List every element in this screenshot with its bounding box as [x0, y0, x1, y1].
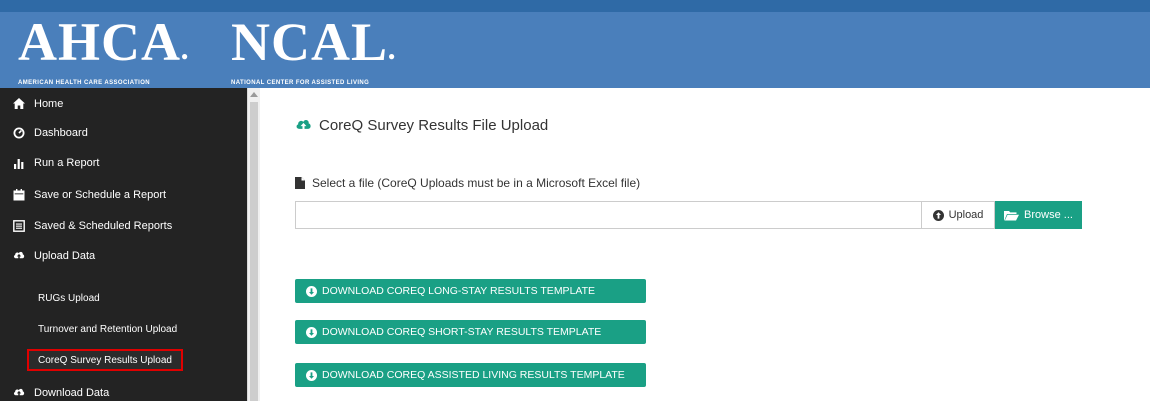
sidebar-item-label: Upload Data — [34, 249, 96, 262]
sidebar-subitem-label: CoreQ Survey Results Upload — [38, 354, 172, 366]
cloud-download-icon — [13, 387, 25, 399]
scrollbar-thumb[interactable] — [250, 102, 258, 401]
browse-button[interactable]: Browse ... — [995, 201, 1082, 229]
cloud-upload-icon — [13, 250, 25, 262]
sidebar-item-label: Saved & Scheduled Reports — [34, 219, 173, 232]
folder-open-icon — [1004, 210, 1020, 220]
sidebar-item-label: Download Data — [34, 386, 110, 399]
file-select-label-text: Select a file (CoreQ Uploads must be in … — [312, 176, 641, 190]
sidebar-subitem-label: Turnover and Retention Upload — [38, 323, 178, 335]
sidebar-subitem-rugs-upload[interactable]: RUGs Upload — [0, 286, 247, 310]
sidebar-item-upload-data[interactable]: Upload Data — [0, 240, 247, 271]
circle-arrow-up-icon — [932, 209, 944, 221]
scroll-up-arrow-icon[interactable] — [250, 92, 258, 97]
circle-arrow-down-icon — [306, 369, 317, 381]
sidebar: Home Dashboard Run a Report Save or Sche… — [0, 88, 247, 401]
file-icon — [295, 177, 305, 189]
ncal-logo[interactable]: NCAL● NATIONAL CENTER FOR ASSISTED LIVIN… — [231, 15, 397, 86]
sidebar-subitem-label: RUGs Upload — [38, 292, 100, 304]
browse-button-label: Browse ... — [1024, 209, 1073, 221]
upload-button-label: Upload — [948, 209, 984, 221]
file-select-label: Select a file (CoreQ Uploads must be in … — [295, 176, 640, 190]
download-button-label: DOWNLOAD COREQ ASSISTED LIVING RESULTS T… — [322, 369, 625, 381]
upload-button[interactable]: Upload — [921, 201, 995, 229]
registered-mark-icon: ● — [388, 49, 397, 63]
page-title: CoreQ Survey Results File Upload — [295, 114, 548, 136]
calendar-icon — [13, 188, 25, 201]
sidebar-scrollbar[interactable] — [247, 88, 260, 401]
ahca-logo[interactable]: AHCA● AMERICAN HEALTH CARE ASSOCIATION — [18, 15, 190, 86]
sidebar-item-run-report[interactable]: Run a Report — [0, 147, 247, 178]
sidebar-item-label: Save or Schedule a Report — [34, 188, 167, 201]
sidebar-subitem-turnover-upload[interactable]: Turnover and Retention Upload — [0, 317, 247, 341]
ncal-logo-subtitle: NATIONAL CENTER FOR ASSISTED LIVING — [231, 80, 370, 86]
sidebar-item-download-data[interactable]: Download Data — [0, 377, 247, 401]
bar-chart-icon — [13, 157, 25, 169]
sidebar-item-label: Dashboard — [34, 126, 88, 139]
sidebar-item-label: Home — [34, 97, 64, 110]
download-button-label: DOWNLOAD COREQ LONG-STAY RESULTS TEMPLAT… — [322, 285, 596, 297]
download-long-stay-template-button[interactable]: DOWNLOAD COREQ LONG-STAY RESULTS TEMPLAT… — [295, 279, 646, 303]
sidebar-item-home[interactable]: Home — [0, 88, 247, 119]
download-assisted-living-template-button[interactable]: DOWNLOAD COREQ ASSISTED LIVING RESULTS T… — [295, 363, 646, 387]
sidebar-item-dashboard[interactable]: Dashboard — [0, 117, 247, 148]
circle-arrow-down-icon — [306, 285, 317, 297]
download-button-label: DOWNLOAD COREQ SHORT-STAY RESULTS TEMPLA… — [322, 326, 602, 338]
sidebar-item-label: Run a Report — [34, 156, 100, 169]
list-icon — [13, 219, 25, 232]
sidebar-subitem-coreq-upload[interactable]: CoreQ Survey Results Upload — [27, 349, 183, 371]
top-bar — [0, 0, 1150, 12]
cloud-upload-icon — [296, 120, 311, 132]
home-icon — [13, 98, 25, 110]
gauge-icon — [13, 127, 25, 139]
page-title-text: CoreQ Survey Results File Upload — [319, 116, 549, 134]
sidebar-item-save-schedule[interactable]: Save or Schedule a Report — [0, 179, 247, 210]
download-short-stay-template-button[interactable]: DOWNLOAD COREQ SHORT-STAY RESULTS TEMPLA… — [295, 320, 646, 344]
sidebar-item-saved-scheduled[interactable]: Saved & Scheduled Reports — [0, 210, 247, 241]
registered-mark-icon: ● — [181, 49, 190, 63]
circle-arrow-down-icon — [306, 326, 317, 338]
ncal-logo-text: NCAL — [231, 12, 389, 72]
ahca-logo-subtitle: AMERICAN HEALTH CARE ASSOCIATION — [18, 80, 151, 86]
file-path-input[interactable] — [295, 201, 921, 229]
ahca-logo-text: AHCA — [18, 12, 181, 72]
